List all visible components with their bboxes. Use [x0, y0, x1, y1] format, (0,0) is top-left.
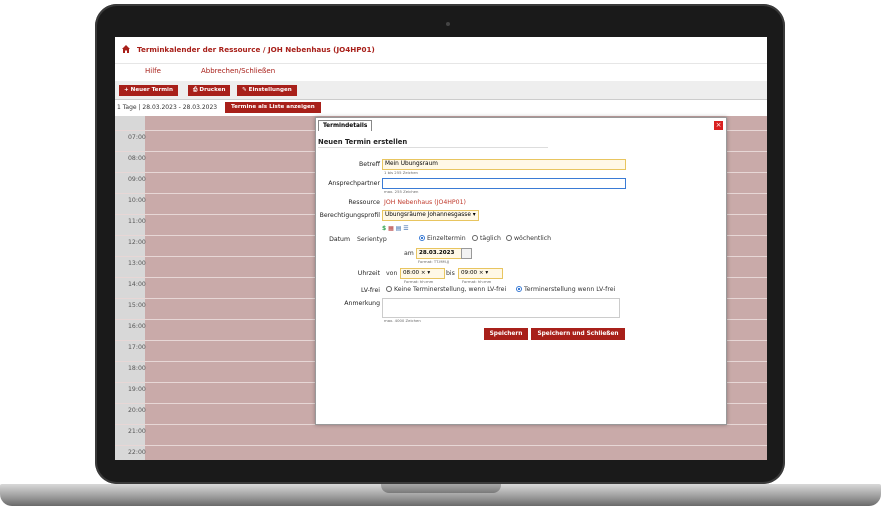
lv-option-create[interactable]: Terminerstellung wenn LV-frei	[516, 286, 615, 293]
list-icon[interactable]: ☰	[403, 225, 408, 232]
camera-icon	[446, 22, 450, 26]
series-option-weekly[interactable]: wöchentlich	[506, 235, 551, 242]
settings-button[interactable]: ✎ Einstellungen	[237, 85, 297, 96]
date-label: Datum	[329, 236, 350, 243]
date-hint: Format: TT.MM.JJ	[418, 259, 450, 264]
radio-single[interactable]	[419, 235, 425, 241]
icon-row: $ ▦ ▤ ☰	[382, 225, 409, 232]
date-input[interactable]: 28.03.2023	[416, 248, 462, 259]
print-button[interactable]: ⎙ Drucken	[188, 85, 231, 96]
contact-hint: max. 255 Zeichen	[384, 189, 419, 194]
from-time-hint: Format: hh:mm	[404, 279, 434, 284]
time-label: 09:00	[128, 176, 146, 183]
radio-daily[interactable]	[472, 235, 478, 241]
time-label: Uhrzeit	[357, 270, 380, 277]
subject-label: Betreff	[359, 161, 380, 168]
new-appointment-button[interactable]: + Neuer Termin	[119, 85, 178, 96]
from-time-input[interactable]: 08:00 × ▾	[400, 268, 445, 279]
subject-input[interactable]: Mein Übungsraum	[382, 159, 626, 170]
close-icon[interactable]: ×	[714, 121, 723, 130]
time-label: 20:00	[128, 407, 146, 414]
image-icon[interactable]: ▦	[388, 225, 394, 232]
range-bar: 1 Tage | 28.03.2023 - 28.03.2023 Termine…	[115, 102, 767, 114]
time-label: 07:00	[128, 134, 146, 141]
time-label: 18:00	[128, 365, 146, 372]
time-label: 21:00	[128, 428, 146, 435]
note-hint: max. 4000 Zeichen	[384, 318, 421, 323]
appointment-dialog: Termindetails × Neuen Termin erstellen B…	[315, 117, 727, 425]
screen: Terminkalender der Ressource / JOH Neben…	[115, 37, 767, 460]
contact-label: Ansprechpartner	[328, 180, 380, 187]
toolbar: + Neuer Termin ⎙ Drucken ✎ Einstellungen	[115, 81, 767, 100]
radio-weekly[interactable]	[506, 235, 512, 241]
to-time-hint: Format: hh:mm	[462, 279, 492, 284]
hour-row-line	[115, 445, 767, 446]
top-bar: Terminkalender der Ressource / JOH Neben…	[115, 37, 767, 64]
note-label: Anmerkung	[344, 300, 380, 307]
menu-item-help[interactable]: Hilfe	[145, 67, 161, 75]
lv-free-label: LV-frei	[361, 287, 380, 294]
time-label: 14:00	[128, 281, 146, 288]
contact-input[interactable]	[382, 178, 626, 189]
save-button[interactable]: Speichern	[484, 328, 528, 340]
resource-value: JOH Nebenhaus (JO4HP01)	[384, 199, 466, 206]
note-textarea[interactable]	[382, 298, 620, 318]
series-option-daily[interactable]: täglich	[472, 235, 501, 242]
lv-option-none[interactable]: Keine Terminerstellung, wenn LV-frei	[386, 286, 506, 293]
tab-appointment-details[interactable]: Termindetails	[318, 120, 373, 131]
radio-lv-none[interactable]	[386, 286, 392, 292]
series-option-single[interactable]: Einzeltermin	[419, 235, 466, 242]
time-label: 11:00	[128, 218, 146, 225]
time-label: 19:00	[128, 386, 146, 393]
laptop-notch	[381, 484, 501, 493]
date-range-label: 1 Tage | 28.03.2023 - 28.03.2023	[117, 104, 218, 111]
radio-lv-create[interactable]	[516, 286, 522, 292]
time-label: 12:00	[128, 239, 146, 246]
grid-icon[interactable]: ▤	[396, 225, 402, 232]
calendar-icon[interactable]	[461, 248, 472, 259]
dialog-heading: Neuen Termin erstellen	[318, 138, 408, 146]
resource-label: Ressource	[348, 199, 380, 206]
to-time-input[interactable]: 09:00 × ▾	[458, 268, 503, 279]
show-as-list-button[interactable]: Termine als Liste anzeigen	[225, 102, 321, 113]
divider	[318, 147, 548, 148]
time-label: 22:00	[128, 449, 146, 456]
save-and-close-button[interactable]: Speichern und Schließen	[531, 328, 625, 340]
home-icon[interactable]	[121, 44, 131, 54]
time-label: 08:00	[128, 155, 146, 162]
subject-hint: 1 bis 255 Zeichen	[384, 170, 418, 175]
permission-label: Berechtigungsprofil	[319, 212, 380, 219]
page-title: Terminkalender der Ressource / JOH Neben…	[137, 45, 375, 54]
on-date-label: am	[404, 250, 414, 257]
dollar-icon[interactable]: $	[382, 225, 386, 232]
menu-bar: Hilfe Abbrechen/Schließen	[115, 64, 767, 80]
time-label: 17:00	[128, 344, 146, 351]
from-label: von	[386, 270, 398, 277]
series-type-label: Serientyp	[357, 236, 387, 243]
permission-select[interactable]: Übungsräume Johannesgasse ▾	[382, 210, 479, 221]
time-label: 15:00	[128, 302, 146, 309]
menu-item-cancel-close[interactable]: Abbrechen/Schließen	[201, 67, 275, 75]
time-label: 10:00	[128, 197, 146, 204]
time-label: 16:00	[128, 323, 146, 330]
to-label: bis	[446, 270, 455, 277]
time-label: 13:00	[128, 260, 146, 267]
